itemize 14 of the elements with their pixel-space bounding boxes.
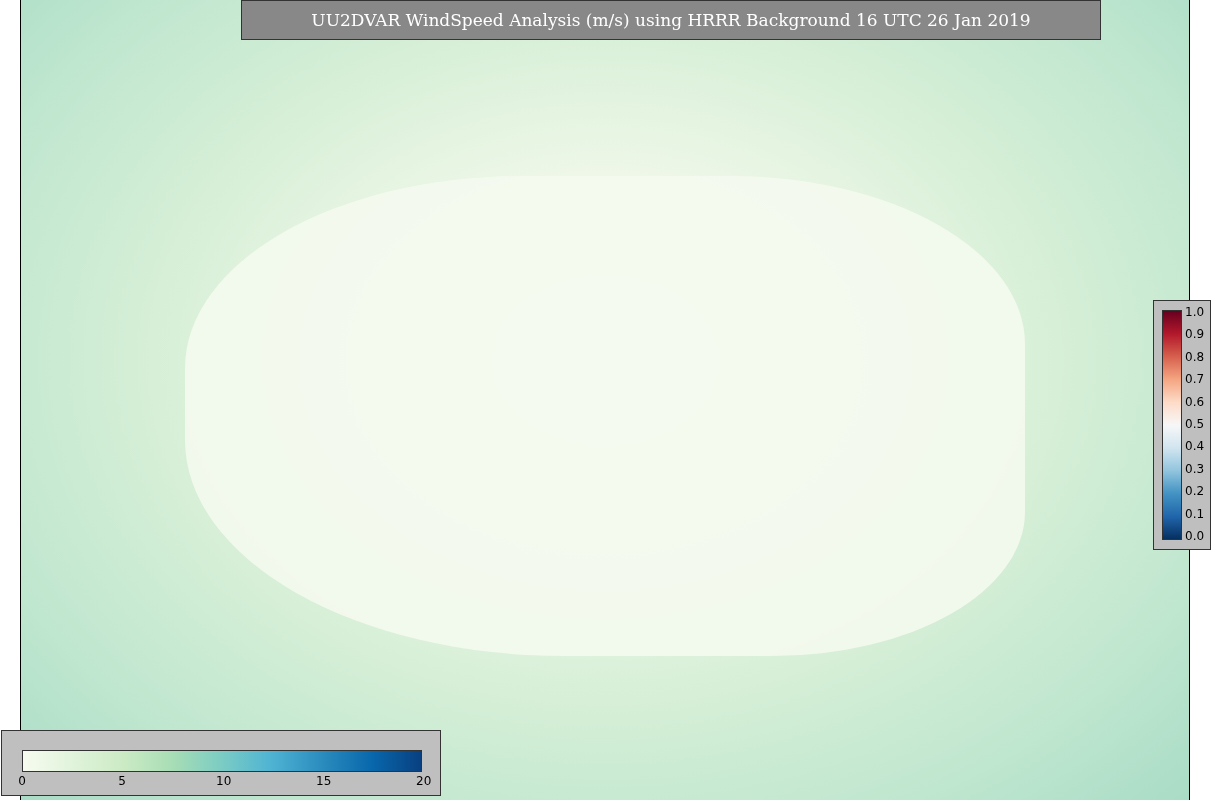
tick-label: 0.1	[1185, 506, 1205, 521]
tick-label: 0.9	[1185, 327, 1205, 342]
tick-label: 0.5	[1185, 416, 1205, 431]
tick-label: 0.2	[1185, 484, 1205, 499]
tick-label: 0.0	[1185, 528, 1205, 543]
tick-label: 0.4	[1185, 439, 1205, 454]
tick-label: 0.7	[1185, 372, 1205, 387]
tick-label: 5	[117, 774, 127, 788]
tick-label: 1.0	[1185, 305, 1205, 319]
map-title: UU2DVAR WindSpeed Analysis (m/s) using HRRR Background 16 UTC 26 Jan 2019	[241, 0, 1101, 40]
tick-label: 0.3	[1185, 461, 1205, 476]
tick-label: 0.8	[1185, 349, 1205, 364]
tick-label: 0.6	[1185, 394, 1205, 409]
tick-label: 0	[17, 774, 27, 788]
